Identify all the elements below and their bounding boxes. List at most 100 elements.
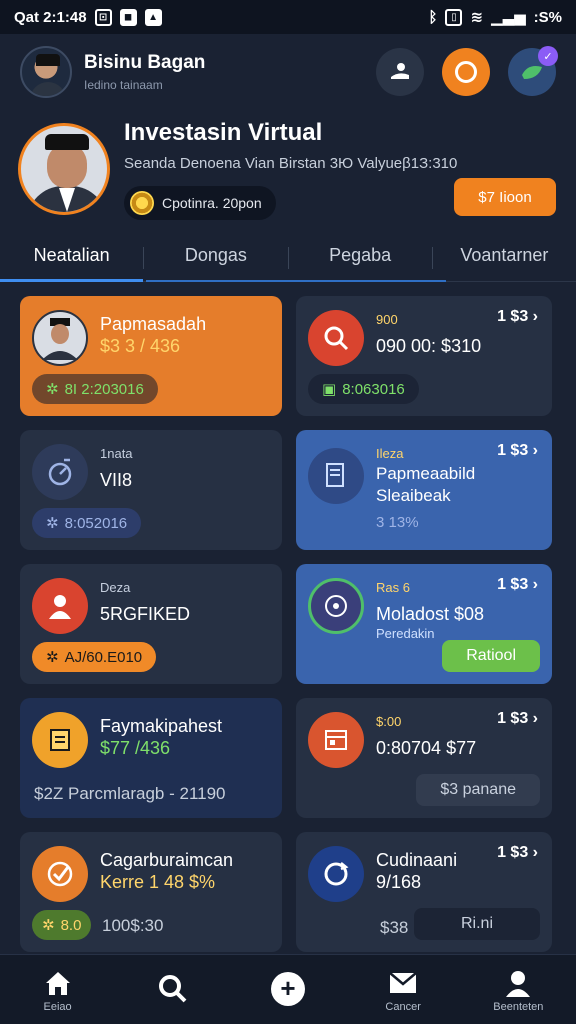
- card-bottom: 100$:30: [102, 916, 164, 935]
- check-icon: [32, 846, 88, 902]
- nav-add[interactable]: +: [243, 971, 333, 1007]
- card-value: $3 3 / 436: [100, 336, 181, 356]
- coin-icon: [130, 190, 154, 215]
- rewards-button[interactable]: ✓: [508, 46, 558, 96]
- card-faymakipahest[interactable]: Faymakipahest $77 /436 $2Z Parcmlaragb -…: [20, 698, 282, 818]
- card-small: 900: [376, 312, 398, 327]
- tab-voantarner[interactable]: Voantarner: [433, 234, 576, 282]
- card-papmeaabild[interactable]: Ileza Papmeaabild Sleaibeak 3 13% 1 $3 ›: [296, 430, 552, 550]
- card-extra: 3 13%: [376, 514, 419, 531]
- header-subtitle: Iedino tainaam: [84, 78, 163, 92]
- card-bottom: $2Z Parcmlaragb - 21190: [34, 784, 226, 803]
- investment-grid: Papmasadah $3 3 / 436 ✲ 8I 2:203016 900 0…: [20, 296, 552, 952]
- card-pill: ✲ 8.0: [32, 910, 92, 940]
- card-papmasadah[interactable]: Papmasadah $3 3 / 436 ✲ 8I 2:203016: [20, 296, 282, 416]
- tab-bar: Neatalian Dongas Pegaba Voantarner: [0, 234, 576, 282]
- nav-label: Eeiao: [43, 1000, 72, 1013]
- search-icon: [128, 973, 218, 1005]
- card-moladost[interactable]: Ras 6 Moladost $08 Peredakin 1 $3 › Rati…: [296, 564, 552, 684]
- app-header: Bisinu Bagan Iedino tainaam ✓: [0, 34, 576, 110]
- card-action-button[interactable]: Ri.ni: [414, 908, 540, 940]
- plus-icon: +: [270, 971, 305, 1006]
- card-bottom: $38: [380, 918, 409, 937]
- card-pill: ✲ 8I 2:203016: [32, 374, 158, 404]
- alarm-icon: [32, 444, 88, 500]
- shield-icon: [308, 578, 364, 634]
- card-search[interactable]: 900 090 00: $310 1 $3 › ▣ 8:063016: [296, 296, 552, 416]
- person-icon: [32, 578, 88, 634]
- profile-description: Seanda Denoena Vian Birstan 3Ю Valyueβ1З…: [124, 154, 458, 172]
- add-user-button[interactable]: [376, 48, 424, 96]
- nav-label: Beenteten: [493, 1000, 544, 1013]
- card-title: Papmasadah: [100, 314, 207, 334]
- card-corner[interactable]: 1 $3 ›: [497, 844, 538, 862]
- card-cudinaani[interactable]: Cudinaani 9/168 1 $3 › $38 Ri.ni: [296, 832, 552, 952]
- card-pill: ✲ 8:052016: [32, 508, 142, 538]
- calendar-icon: [308, 712, 364, 768]
- notification-badge: ✓: [538, 46, 558, 66]
- nav-home[interactable]: Eeiao: [13, 967, 103, 1013]
- coin-balance[interactable]: Cpotinra. 20pon: [124, 185, 276, 220]
- card-value: 090 00: $310: [376, 336, 482, 356]
- header-name: Bisinu Bagan: [84, 52, 206, 73]
- cta-button[interactable]: $7 Iioon: [454, 178, 556, 216]
- bottom-nav: Eeiao + Cancer Beenteten: [0, 954, 576, 1024]
- card-corner[interactable]: 1 $3 ›: [497, 710, 538, 728]
- ring-icon: [455, 61, 477, 83]
- profile-title: Investasin Virtual: [124, 118, 323, 146]
- card-value: Moladost $08: [376, 604, 485, 624]
- gear-icon: ✲: [46, 381, 59, 398]
- gallery-notification-icon: ▲: [144, 8, 162, 26]
- card-value: $77 /436: [100, 738, 171, 758]
- nav-mail[interactable]: Cancer: [358, 967, 448, 1013]
- card-corner[interactable]: 1 $3 ›: [497, 576, 538, 594]
- card-action-button[interactable]: Ratiool: [442, 640, 540, 672]
- card-corner[interactable]: 1 $3 ›: [497, 308, 538, 326]
- nav-search[interactable]: [128, 973, 218, 1007]
- card-calendar[interactable]: $:00 0:80704 $77 1 $3 › $3 panane: [296, 698, 552, 818]
- card-value: VII8: [100, 470, 133, 490]
- card-value: Sleaibeak: [376, 486, 451, 505]
- card-pill: ▣ 8:063016: [308, 374, 419, 404]
- card-value: 5RGFIKED: [100, 604, 191, 624]
- status-bar: Qat 2:1:48 ⊡ ◼ ▲ ᛒ ▯ ≋ ▁▃▅ :S%: [0, 0, 576, 34]
- refresh-icon: [308, 846, 364, 902]
- card-small: Deza: [100, 580, 131, 595]
- card-vii8[interactable]: 1nata VII8 ✲ 8:052016: [20, 430, 282, 550]
- user-icon: [473, 967, 563, 999]
- profile-hero: Investasin Virtual Seanda Denoena Vian B…: [0, 114, 576, 224]
- card-value: 9/168: [376, 872, 422, 892]
- gear-icon: ✲: [46, 649, 59, 666]
- notification-icon: ⊡: [94, 8, 112, 26]
- home-icon: [13, 967, 103, 999]
- card-action-button[interactable]: $3 panane: [416, 774, 540, 806]
- coin-label: Cpotinra. 20pon: [162, 194, 262, 211]
- battery-level: :S%: [533, 8, 562, 26]
- wifi-icon: ≋: [470, 9, 484, 26]
- avatar[interactable]: [20, 46, 72, 98]
- nav-profile[interactable]: Beenteten: [473, 967, 563, 1013]
- clipboard-icon: [32, 712, 88, 768]
- document-icon: [308, 448, 364, 504]
- card-corner[interactable]: 1 $3 ›: [497, 442, 538, 460]
- lock-icon: ▣: [322, 381, 337, 398]
- card-small: 1nata: [100, 446, 133, 461]
- tab-pegaba[interactable]: Pegaba: [289, 234, 432, 282]
- mail-icon: [358, 967, 448, 999]
- search-icon: [308, 310, 364, 366]
- tab-neatalian[interactable]: Neatalian: [0, 234, 144, 282]
- clock: Qat 2:1:48: [14, 8, 87, 26]
- card-value: Kerre 1 48 $%: [100, 872, 216, 892]
- card-small: Ileza: [376, 446, 404, 461]
- card-title: Faymakipahest: [100, 716, 223, 736]
- nav-label: Cancer: [385, 1000, 421, 1013]
- app-notification-icon: ◼: [119, 8, 137, 26]
- signal-icon: ▁▃▅: [491, 9, 526, 26]
- card-cagarburaimcan[interactable]: Cagarburaimcan Kerre 1 48 $% ✲ 8.0 100$:3…: [20, 832, 282, 952]
- card-5rgfiked[interactable]: Deza 5RGFIKED ✲ AJ/60.E010: [20, 564, 282, 684]
- record-button[interactable]: [442, 48, 490, 96]
- profile-avatar[interactable]: [18, 123, 110, 215]
- card-title: Papmeaabild: [376, 464, 476, 483]
- tab-dongas[interactable]: Dongas: [144, 234, 287, 282]
- vibrate-icon: ▯: [445, 8, 463, 26]
